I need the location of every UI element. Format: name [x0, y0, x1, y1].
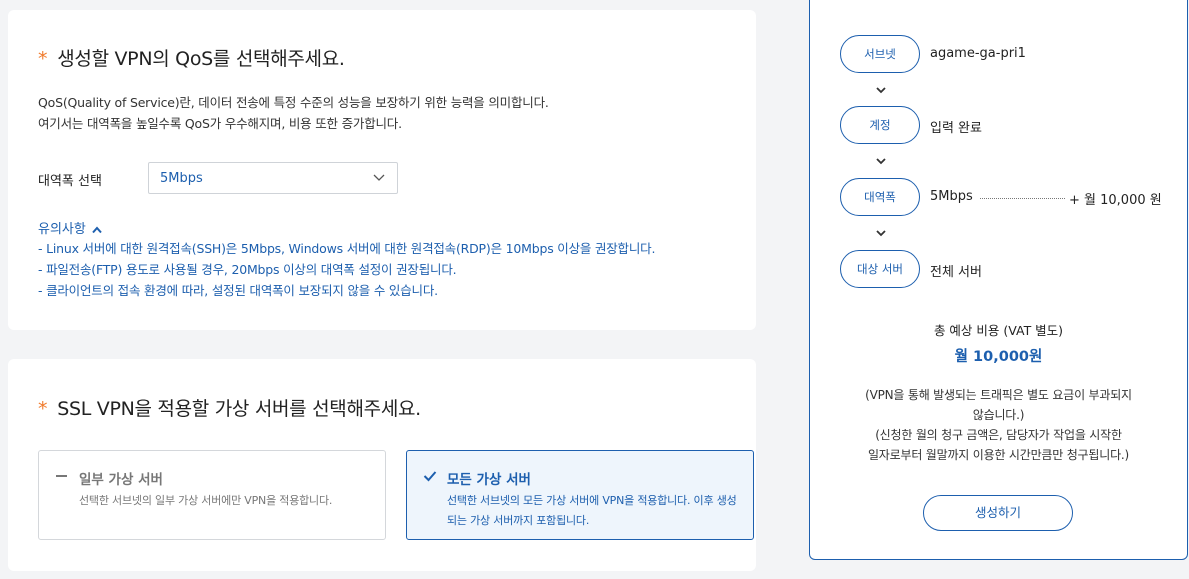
total-cost-value: 월 10,000원: [954, 349, 1043, 365]
summary-label-target: 대상 서버: [840, 250, 920, 288]
bandwidth-label: 대역폭 선택: [38, 174, 102, 189]
summary-label-account: 계정: [840, 106, 920, 144]
option-title: 모든 가상 서버: [447, 472, 531, 488]
chevron-down-icon: [876, 87, 886, 94]
chevron-down-icon: [876, 158, 886, 165]
total-cost-label: 총 예상 비용 (VAT 별도): [933, 323, 1064, 338]
option-partial-servers[interactable]: 일부 가상 서버 선택한 서브넷의 일부 가상 서버에만 VPN을 적용합니다.: [38, 450, 386, 540]
chevron-down-icon: [876, 230, 886, 237]
summary-label-subnet: 서브넷: [840, 35, 920, 73]
option-description: 선택한 서브넷의 일부 가상 서버에만 VPN을 적용합니다.: [79, 494, 333, 507]
bandwidth-select-value: 5Mbps: [160, 171, 203, 186]
notice-list: - Linux 서버에 대한 원격접속(SSH)은 5Mbps, Windows…: [38, 238, 655, 301]
summary-panel: 서브넷 agame-ga-pri1 계정 입력 완료 대역폭 5Mbps + 월…: [809, 0, 1188, 560]
qos-title: * 생성할 VPN의 QoS를 선택해주세요.: [38, 48, 345, 70]
summary-value-subnet: agame-ga-pri1: [930, 46, 1026, 61]
minus-icon: [56, 475, 67, 477]
qos-description: QoS(Quality of Service)란, 데이터 전송에 특정 수준의…: [38, 95, 549, 131]
summary-value-account: 입력 완료: [930, 121, 982, 136]
required-mark: *: [38, 398, 48, 420]
chevron-down-icon: [373, 174, 385, 181]
target-title: * SSL VPN을 적용할 가상 서버를 선택해주세요.: [38, 398, 421, 420]
check-icon: [423, 471, 437, 482]
required-mark: *: [38, 48, 48, 70]
create-button[interactable]: 생성하기: [923, 495, 1073, 531]
chevron-up-icon: [92, 225, 102, 233]
option-title: 일부 가상 서버: [79, 472, 163, 488]
option-all-servers[interactable]: 모든 가상 서버 선택한 서브넷의 모든 가상 서버에 VPN을 적용합니다. …: [406, 450, 754, 540]
summary-value-target: 전체 서버: [930, 265, 982, 280]
summary-value-bandwidth: 5Mbps: [930, 189, 973, 204]
target-server-section: * SSL VPN을 적용할 가상 서버를 선택해주세요. 일부 가상 서버 선택…: [8, 359, 756, 571]
notice-item: - 파일전송(FTP) 용도로 사용될 경우, 20Mbps 이상의 대역폭 설…: [38, 262, 457, 277]
price-leader-dots: [980, 198, 1065, 199]
bandwidth-select[interactable]: 5Mbps: [148, 162, 398, 194]
bandwidth-price: + 월 10,000 원: [1069, 193, 1162, 208]
option-description: 선택한 서브넷의 모든 가상 서버에 VPN을 적용합니다. 이후 생성되는 가…: [447, 494, 737, 527]
notice-item: - 클라이언트의 접속 환경에 따라, 설정된 대역폭이 보장되지 않을 수 있…: [38, 283, 438, 298]
qos-section: * 생성할 VPN의 QoS를 선택해주세요. QoS(Quality of Se…: [8, 10, 756, 330]
billing-note: (VPN을 통해 발생되는 트래픽은 별도 요금이 부과되지 않습니다.) (신…: [865, 388, 1132, 462]
notice-item: - Linux 서버에 대한 원격접속(SSH)은 5Mbps, Windows…: [38, 241, 656, 256]
notice-toggle[interactable]: 유의사항: [38, 218, 102, 237]
summary-label-bandwidth: 대역폭: [840, 178, 920, 216]
